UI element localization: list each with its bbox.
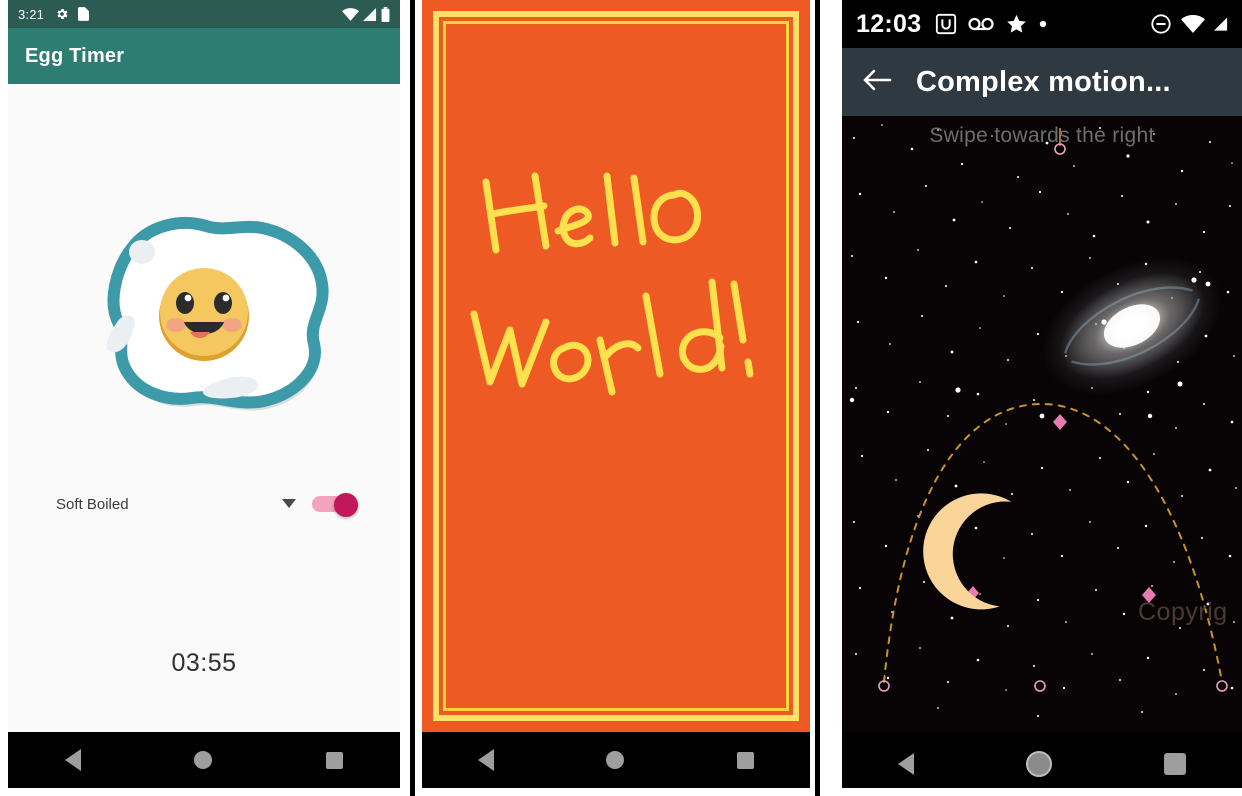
egg-type-value: Soft Boiled (56, 495, 129, 513)
voicemail-icon (968, 17, 995, 31)
status-bar-system-icons (1150, 13, 1228, 35)
cell-signal-icon (1214, 17, 1228, 31)
status-bar: 12:03 (842, 0, 1242, 48)
space-scene[interactable]: Swipe towards the right Copyrig (842, 116, 1242, 732)
gear-icon (57, 8, 68, 20)
sim-card-icon (78, 7, 90, 21)
u-app-icon (936, 13, 957, 35)
recents-button[interactable] (1164, 753, 1186, 775)
drawing-canvas[interactable] (422, 0, 810, 732)
wifi-icon (1181, 15, 1205, 33)
screenshot-stage: 3:21 Egg Timer Soft Boiled 03:55 12:03 C… (0, 0, 1242, 796)
dot-icon (1040, 20, 1047, 28)
egg-options-row: Soft Boiled (8, 484, 400, 524)
egg-type-spinner[interactable]: Soft Boiled (56, 495, 306, 513)
status-bar-notification-icons (55, 7, 90, 21)
back-button[interactable] (898, 753, 914, 775)
handwritten-text (470, 172, 754, 396)
status-bar-clock: 3:21 (18, 6, 45, 22)
panel-divider-2 (815, 0, 820, 796)
app-bar: Egg Timer (8, 28, 400, 84)
recents-button[interactable] (736, 751, 754, 769)
page-title: Egg Timer (25, 44, 125, 67)
back-button[interactable] (64, 749, 81, 771)
copyright-watermark: Copyrig (1138, 598, 1228, 626)
status-bar-clock: 12:03 (856, 9, 922, 38)
app-bar: Complex motion... (842, 48, 1242, 116)
home-button[interactable] (606, 751, 625, 769)
do-not-disturb-icon (1151, 14, 1171, 34)
fried-egg-illustration (70, 206, 338, 443)
fried-egg-icon (106, 217, 329, 411)
phone-panel-egg-timer: 3:21 Egg Timer Soft Boiled 03:55 (8, 0, 400, 788)
star-icon (1007, 14, 1027, 33)
panel-divider-1 (410, 0, 415, 796)
system-nav-bar (422, 732, 810, 788)
phone-panel-hello-world (422, 0, 810, 788)
timer-toggle-switch[interactable] (312, 493, 358, 517)
status-bar: 3:21 (8, 0, 400, 28)
wifi-icon (342, 7, 359, 21)
switch-thumb (334, 493, 358, 517)
status-bar-notification-icons (935, 13, 1047, 35)
phone-panel-complex-motion: 12:03 Complex motion... Swipe towards th… (842, 0, 1242, 788)
home-button[interactable] (194, 751, 213, 769)
chevron-down-icon (282, 495, 296, 513)
cell-signal-icon (363, 7, 377, 21)
recents-button[interactable] (326, 751, 344, 769)
starfield-background (842, 116, 1242, 732)
battery-icon (381, 6, 390, 22)
countdown-timer: 03:55 (171, 649, 237, 677)
home-button[interactable] (1026, 751, 1052, 777)
system-nav-bar (8, 732, 400, 788)
status-bar-system-icons (342, 6, 390, 22)
system-nav-bar (842, 732, 1242, 788)
back-button[interactable] (478, 749, 495, 771)
arrow-left-icon[interactable] (862, 68, 892, 97)
swipe-hint-text: Swipe towards the right (929, 124, 1155, 147)
page-title: Complex motion... (916, 65, 1171, 98)
egg-timer-content: Soft Boiled 03:55 (8, 84, 400, 732)
